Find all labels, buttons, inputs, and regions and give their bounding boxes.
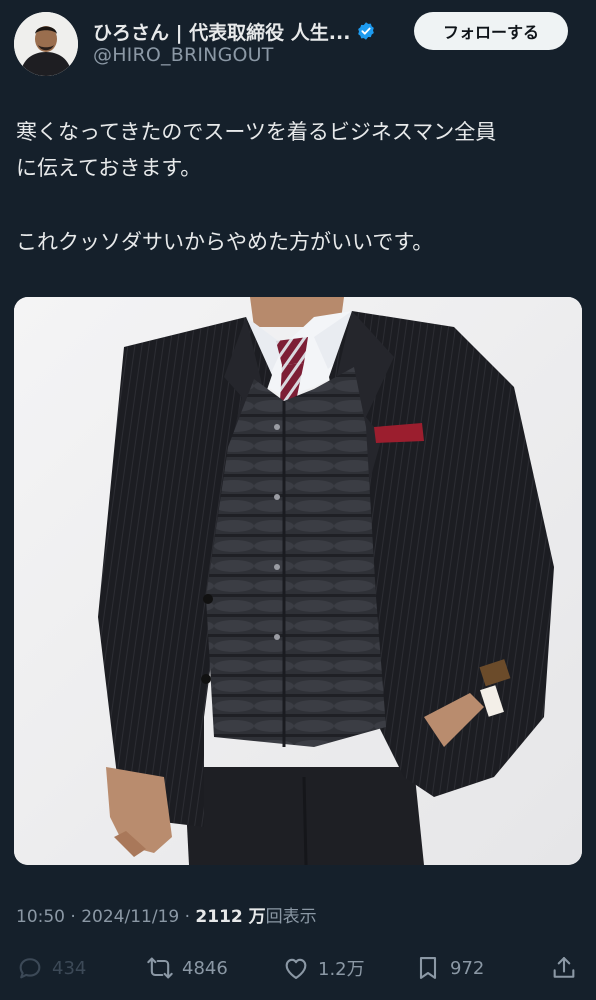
retweet-count: 4846 bbox=[182, 957, 228, 979]
retweet-icon bbox=[147, 957, 173, 979]
follow-button[interactable]: フォローする bbox=[414, 12, 568, 50]
heart-icon bbox=[285, 958, 307, 979]
like-count: 1.2万 bbox=[318, 959, 365, 980]
retweet-button[interactable]: 4846 bbox=[146, 948, 228, 988]
reply-button[interactable]: 434 bbox=[16, 948, 86, 988]
views-label: 回表示 bbox=[265, 907, 317, 927]
bookmark-icon bbox=[419, 957, 437, 979]
bookmark-count: 972 bbox=[450, 957, 485, 979]
author-handle[interactable]: @HIRO_BRINGOUT bbox=[93, 44, 274, 66]
meta-separator: · bbox=[65, 907, 82, 927]
share-button[interactable] bbox=[550, 948, 578, 988]
tweet-text-line: に伝えておきます。 bbox=[16, 156, 202, 180]
action-bar: 434 4846 1.2万 972 bbox=[0, 948, 596, 988]
tweet-photo[interactable] bbox=[14, 297, 582, 865]
tweet-detail: ひろさん | 代表取締役 人生... @HIRO_BRINGOUT フォローする… bbox=[0, 0, 596, 1000]
reply-icon bbox=[19, 958, 41, 979]
like-button[interactable]: 1.2万 bbox=[282, 948, 365, 988]
share-icon bbox=[553, 957, 575, 978]
bookmark-button[interactable]: 972 bbox=[414, 948, 484, 988]
avatar-image bbox=[14, 12, 78, 76]
tweet-text-line: これクッソダサいからやめた方がいいです。 bbox=[16, 230, 434, 254]
reply-count: 434 bbox=[52, 957, 87, 979]
tweet-text: 寒くなってきたのでスーツを着るビジネスマン全員 に伝えておきます。 これクッソダ… bbox=[16, 114, 584, 260]
avatar[interactable] bbox=[14, 12, 78, 76]
author-name-row[interactable]: ひろさん | 代表取締役 人生... bbox=[93, 16, 393, 46]
suit-photo-illustration bbox=[14, 297, 582, 865]
tweet-time[interactable]: 10:50 bbox=[16, 907, 65, 927]
author-display-name[interactable]: ひろさん | 代表取締役 人生... bbox=[93, 18, 350, 45]
tweet-text-line: 寒くなってきたのでスーツを着るビジネスマン全員 bbox=[16, 120, 497, 144]
views-count: 2112 万 bbox=[195, 907, 266, 927]
tweet-date[interactable]: 2024/11/19 bbox=[81, 907, 179, 927]
verified-badge-icon bbox=[358, 22, 375, 40]
meta-separator: · bbox=[179, 907, 196, 927]
tweet-meta: 10:50 · 2024/11/19 · 2112 万回表示 bbox=[16, 902, 317, 927]
